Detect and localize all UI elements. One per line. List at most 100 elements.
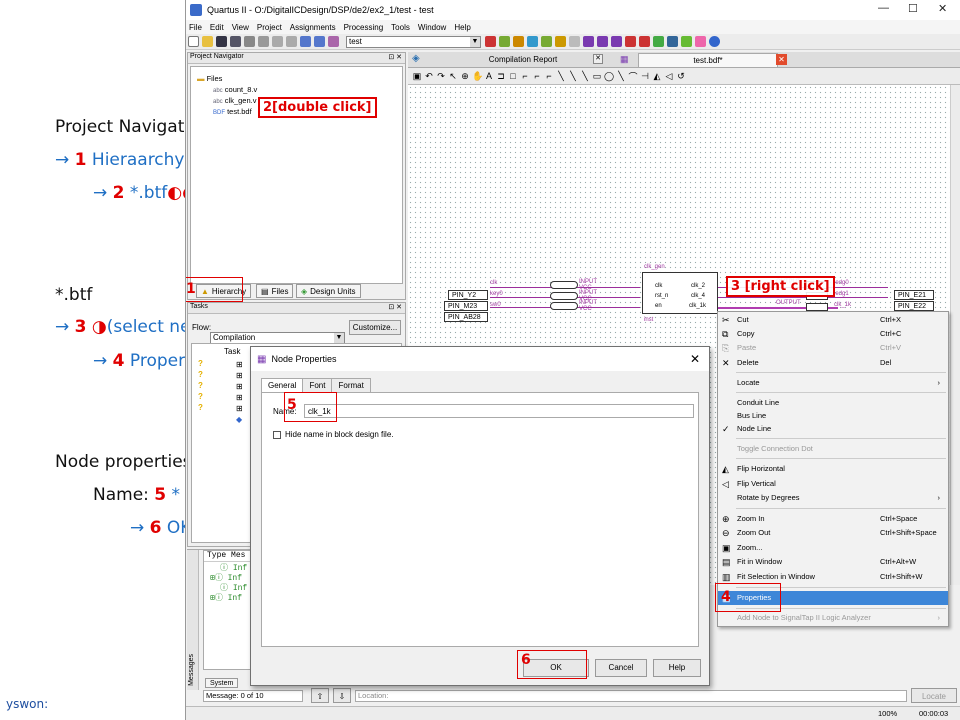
files-root[interactable]: ▬ Files [197,73,402,84]
copy-icon[interactable] [272,36,283,47]
programmer-task-icon[interactable]: ◆ [236,415,242,424]
menu-tools[interactable]: Tools [391,23,410,32]
net-wire[interactable] [718,297,888,298]
menu-item-fit-window[interactable]: ▤ Fit in Window Ctrl+Alt+W [718,555,948,569]
expand-icon[interactable]: ⊞ [236,382,243,391]
tab-format[interactable]: Format [331,378,371,393]
orthogonal-conduit-icon[interactable]: ⌐ [544,71,554,81]
cancel-button[interactable]: Cancel [595,659,647,677]
flip-horizontal-icon[interactable]: ◭ [652,71,662,82]
input-pin[interactable]: PIN_AB28 [444,312,488,322]
tab-system[interactable]: System [205,678,239,688]
stop-icon[interactable] [569,36,580,47]
hand-tool-icon[interactable]: ✋ [472,71,483,82]
start-compilation-icon[interactable] [583,36,594,47]
locate-button[interactable]: Locate [911,688,957,703]
location-field[interactable]: Location: [355,690,907,702]
timing-analyzer-icon[interactable] [625,36,636,47]
menu-item-bus-line[interactable]: Bus Line [718,409,948,423]
synthesis-icon[interactable] [555,36,566,47]
menu-item-conduit-line[interactable]: Conduit Line [718,396,948,410]
output-pin[interactable]: PIN_E21 [894,290,934,300]
tree-item-count8[interactable]: abc count_8.v [197,84,402,95]
menu-project[interactable]: Project [257,23,282,32]
close-tab-icon[interactable]: ✕ [776,54,787,65]
close-tab-icon[interactable]: ✕ [593,54,603,64]
oval-tool-icon[interactable]: ◯ [604,71,614,82]
rtl-viewer-icon[interactable] [653,36,664,47]
expand-icon[interactable]: ⊞ [236,404,243,413]
menu-item-delete[interactable]: ✕ Delete Del [718,356,948,370]
redo-icon[interactable]: ↷ [436,71,446,82]
symbol-tool-icon[interactable]: ⊐ [496,71,506,82]
name-field[interactable]: clk_1k [304,404,694,418]
tab-files[interactable]: ▤ Files [256,284,294,298]
tab-compilation-report[interactable]: Compilation Report [448,53,598,67]
input-symbol[interactable] [550,281,578,289]
hide-name-option[interactable]: Hide name in block design file. [273,430,394,439]
timequest-icon[interactable] [639,36,650,47]
chip-planner-icon[interactable] [513,36,524,47]
output-symbol[interactable] [806,303,828,311]
prev-message-button[interactable]: ⇧ [311,688,329,703]
paste-icon[interactable] [286,36,297,47]
programmer-icon[interactable] [667,36,678,47]
block-tool-icon[interactable]: □ [508,71,518,81]
help-icon[interactable] [709,36,720,47]
analysis-icon[interactable] [541,36,552,47]
window-icon[interactable]: ▣ [412,71,422,82]
tab-design-units[interactable]: ◈ Design Units [296,284,361,298]
netlist-icon[interactable] [328,36,339,47]
menu-item-zoom-in[interactable]: ⊕ Zoom In Ctrl+Space [718,512,948,526]
tab-test-bdf[interactable]: test.bdf* [638,53,778,67]
orthogonal-bus-icon[interactable]: ⌐ [532,71,542,81]
flip-vertical-icon[interactable]: ◁ [664,71,674,82]
menu-item-signaltap[interactable]: Add Node to SignalTap II Logic Analyzer › [718,611,948,625]
vertical-scrollbar[interactable] [950,85,960,585]
new-icon[interactable] [188,36,199,47]
minimize-icon[interactable]: — [878,2,889,14]
next-message-button[interactable]: ⇩ [333,688,351,703]
help-button[interactable]: Help [653,659,701,677]
save-icon[interactable] [216,36,227,47]
menu-item-flip-vertical[interactable]: ◁ Flip Vertical [718,477,948,491]
expand-icon[interactable]: ⊞ [236,371,243,380]
rotate-icon[interactable]: ↺ [676,71,686,82]
output-pin[interactable]: PIN_E22 [894,301,934,311]
expand-icon[interactable]: ⊞ [236,360,243,369]
customize-button[interactable]: Customize... [349,320,401,335]
line-tool-icon[interactable]: ╲ [616,71,626,82]
doc-nav-icon[interactable]: ◈ [412,53,420,64]
menu-assignments[interactable]: Assignments [290,23,336,32]
input-pin[interactable]: PIN_Y2 [448,290,488,300]
menu-item-flip-horizontal[interactable]: ◭ Flip Horizontal [718,462,948,476]
save-all-icon[interactable] [230,36,241,47]
text-tool-icon[interactable]: A [484,71,494,81]
pin-planner-icon[interactable] [499,36,510,47]
menu-processing[interactable]: Processing [344,23,384,32]
menu-item-copy[interactable]: ⧉ Copy Ctrl+C [718,327,948,341]
menu-item-toggle-dot[interactable]: Toggle Connection Dot [718,442,948,456]
cut-icon[interactable] [258,36,269,47]
bus-tool-icon[interactable]: ╲ [568,71,578,82]
menu-edit[interactable]: Edit [210,23,224,32]
arc-tool-icon[interactable]: ⌒ [628,70,638,83]
menu-item-fit-selection[interactable]: ▥ Fit Selection in Window Ctrl+Shift+W [718,570,948,584]
menu-file[interactable]: File [189,23,202,32]
hide-name-checkbox[interactable] [273,430,281,439]
tab-general[interactable]: General [261,378,304,393]
project-combo[interactable]: test ▼ [346,35,481,48]
partial-line-icon[interactable]: ⊣ [640,71,650,82]
node-tool-icon[interactable]: ╲ [556,71,566,82]
clk-gen-block[interactable]: clk rst_n en clk_2 clk_4 clk_1k [642,272,718,314]
menu-item-paste[interactable]: ⎘ Paste Ctrl+V [718,341,948,355]
dialog-close-icon[interactable]: ✕ [690,352,700,366]
menu-view[interactable]: View [232,23,249,32]
zoom-tool-icon[interactable]: ⊕ [460,71,470,82]
print-icon[interactable] [244,36,255,47]
menu-item-zoom[interactable]: ▣ Zoom... [718,541,948,555]
menu-item-node-line[interactable]: ✓ Node Line [718,422,948,436]
menu-item-zoom-out[interactable]: ⊖ Zoom Out Ctrl+Shift+Space [718,526,948,540]
start-fitter-icon[interactable] [611,36,622,47]
start-analysis-icon[interactable] [597,36,608,47]
